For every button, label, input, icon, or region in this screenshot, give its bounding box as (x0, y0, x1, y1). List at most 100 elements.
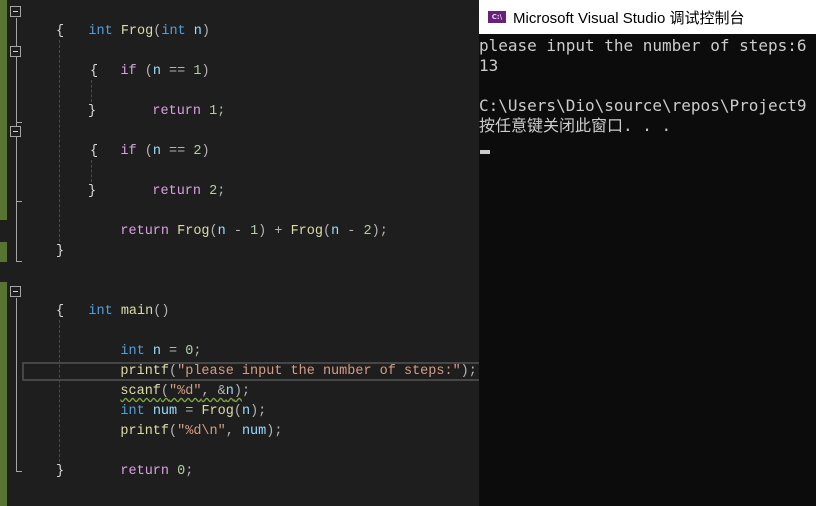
brace: { (90, 64, 99, 79)
function-name: Frog (290, 224, 323, 239)
code-line[interactable]: return 1; (120, 82, 225, 119)
debug-console-window[interactable]: C:\ Microsoft Visual Studio 调试控制台 please… (479, 0, 816, 506)
change-indicator (0, 0, 7, 220)
console-output-line: C:\Users\Dio\source\repos\Project9 (479, 96, 807, 115)
code-line[interactable]: if (n == 2) (88, 122, 209, 159)
punct: ( (136, 144, 153, 159)
brace: } (56, 464, 65, 479)
brace: { (56, 24, 65, 39)
operator: - (225, 224, 251, 239)
variable: num (241, 424, 267, 439)
code-line[interactable]: int main() (56, 282, 169, 319)
punct: ; (217, 184, 226, 199)
code-line[interactable]: return 2; (120, 162, 225, 199)
change-indicator (0, 242, 7, 262)
punct: ( (169, 424, 178, 439)
code-line-current[interactable]: scanf("%d", &n); (88, 362, 250, 399)
operator: == (160, 64, 194, 79)
keyword: if (120, 144, 137, 159)
collapse-toggle-icon[interactable] (10, 286, 21, 297)
code-line[interactable]: int Frog(int n) (56, 2, 210, 39)
function-name: Frog (120, 24, 154, 39)
code-line[interactable]: { (90, 62, 98, 82)
code-line[interactable]: } (56, 242, 64, 262)
console-title-bar[interactable]: C:\ Microsoft Visual Studio 调试控制台 (479, 0, 816, 34)
code-line[interactable]: if (n == 1) (88, 42, 209, 79)
keyword: return (152, 104, 202, 119)
brace: } (88, 104, 97, 119)
variable: n (217, 224, 226, 239)
punct: ( (322, 224, 332, 239)
function-name: main (120, 304, 154, 319)
param: n (193, 24, 202, 39)
outline-line (16, 298, 17, 472)
code-line[interactable]: return Frog(n - 1) + Frog(n - 2); (88, 202, 387, 239)
code-line[interactable]: printf("please input the number of steps… (88, 342, 476, 379)
punct: () (153, 304, 170, 319)
code-line[interactable]: printf("%d\n", num); (88, 402, 282, 439)
change-indicator (0, 282, 7, 506)
variable: n (152, 144, 161, 159)
keyword: int (88, 304, 113, 319)
code-editor[interactable]: int Frog(int n) { if (n == 1) { return 1… (0, 0, 480, 506)
code-line[interactable]: } (56, 462, 64, 482)
console-cursor (480, 150, 490, 154)
code-line[interactable]: return 0; (88, 442, 193, 479)
outline-end (16, 261, 22, 262)
punct: ) (201, 144, 210, 159)
code-line[interactable]: int num = Frog(n); (88, 382, 266, 419)
brace: } (56, 244, 65, 259)
code-line[interactable]: { (90, 142, 98, 162)
operator: - (339, 224, 364, 239)
keyword: return (120, 464, 170, 479)
punct: , (225, 424, 242, 439)
code-line[interactable]: { (56, 22, 64, 42)
keyword: return (152, 184, 202, 199)
keyword: int (161, 24, 186, 39)
keyword: if (120, 64, 137, 79)
punct: ); (371, 224, 388, 239)
function-name: Frog (177, 224, 210, 239)
brace: { (56, 304, 65, 319)
punct: ); (266, 424, 283, 439)
console-output-line: 13 (479, 56, 499, 75)
punct: ); (460, 364, 477, 379)
outline-end (16, 122, 22, 123)
collapse-toggle-icon[interactable] (10, 6, 21, 17)
punct: ( (136, 64, 153, 79)
variable: n (331, 224, 340, 239)
console-output-line: please input the number of steps:6 (479, 36, 807, 55)
outline-end (16, 471, 22, 472)
punct: ; (217, 104, 226, 119)
punct: ) (201, 64, 210, 79)
code-line[interactable]: } (88, 182, 96, 202)
code-line[interactable]: int n = 0; (88, 322, 201, 359)
indent-guide (59, 40, 60, 252)
number: 1 (250, 224, 259, 239)
code-line[interactable]: { (56, 302, 64, 322)
punct: ( (209, 224, 218, 239)
punct: ) (201, 24, 210, 39)
brace: } (88, 184, 97, 199)
collapse-toggle-icon[interactable] (10, 126, 21, 137)
function-name: printf (120, 424, 170, 439)
number: 2 (363, 224, 372, 239)
brace: { (90, 144, 99, 159)
operator: ) + (258, 224, 291, 239)
collapse-toggle-icon[interactable] (10, 46, 21, 57)
outline-end (16, 201, 22, 202)
console-output-line: 按任意键关闭此窗口. . . (479, 116, 672, 135)
punct: ; (185, 464, 194, 479)
keyword: return (120, 224, 170, 239)
vs-debug-console-icon: C:\ (488, 11, 506, 23)
keyword: int (88, 24, 113, 39)
variable: n (152, 64, 161, 79)
code-line[interactable]: } (88, 102, 96, 122)
